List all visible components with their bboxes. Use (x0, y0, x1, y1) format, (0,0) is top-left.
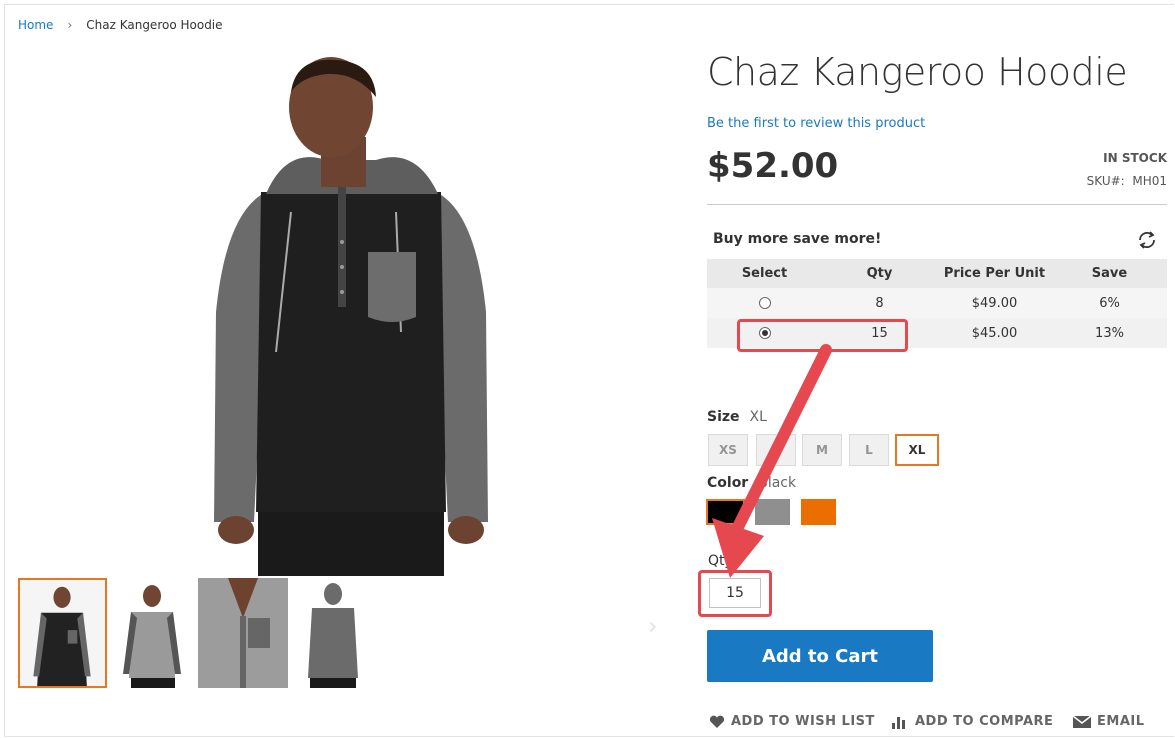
envelope-icon (1073, 715, 1091, 728)
tier-radio-1[interactable] (758, 297, 771, 309)
tier-pricing-title: Buy more save more! (713, 231, 882, 247)
divider (707, 204, 1167, 205)
email-label: EMAIL (1097, 714, 1145, 729)
add-to-compare-link[interactable]: ADD TO COMPARE (891, 714, 1053, 729)
wishlist-label: ADD TO WISH LIST (731, 714, 875, 729)
thumbnail-2[interactable] (111, 578, 193, 688)
product-price: $52.00 (707, 146, 839, 186)
tier-save: 6% (1052, 288, 1167, 318)
col-select: Select (707, 259, 822, 288)
compare-bars-icon (892, 716, 905, 729)
chevron-right-icon[interactable]: › (648, 612, 658, 640)
table-row[interactable]: 8 $49.00 6% (707, 288, 1167, 318)
annotation-arrow-icon (712, 344, 832, 578)
size-swatch-l[interactable]: L (849, 434, 889, 466)
breadcrumb-home-link[interactable]: Home (18, 18, 53, 32)
product-title: Chaz Kangeroo Hoodie (707, 50, 1128, 94)
main-product-image[interactable] (206, 52, 496, 576)
table-header-row: Select Qty Price Per Unit Save (707, 259, 1167, 288)
breadcrumb-separator-icon: › (67, 18, 73, 32)
breadcrumb: Home › Chaz Kangeroo Hoodie (18, 18, 223, 32)
compare-label: ADD TO COMPARE (915, 714, 1054, 729)
breadcrumb-current: Chaz Kangeroo Hoodie (86, 18, 223, 32)
add-to-cart-button[interactable]: Add to Cart (707, 630, 933, 682)
sku-label: SKU#: (1086, 174, 1125, 188)
tier-price: $49.00 (937, 288, 1052, 318)
thumbnail-4[interactable] (300, 578, 366, 688)
col-qty: Qty (822, 259, 937, 288)
heart-icon (709, 715, 725, 728)
thumbnail-1[interactable] (18, 578, 107, 688)
stock-status: IN STOCK (1103, 151, 1167, 165)
tier-qty: 8 (822, 288, 937, 318)
sku: SKU#: MH01 (1087, 174, 1167, 188)
add-to-wishlist-link[interactable]: ADD TO WISH LIST (709, 714, 875, 729)
review-link[interactable]: Be the first to review this product (707, 116, 925, 131)
email-link[interactable]: EMAIL (1073, 714, 1145, 729)
refresh-icon[interactable] (1136, 229, 1158, 251)
thumbnail-3[interactable] (198, 578, 288, 688)
col-price-per-unit: Price Per Unit (937, 259, 1052, 288)
tier-price: $45.00 (937, 318, 1052, 348)
col-save: Save (1052, 259, 1167, 288)
tier-save: 13% (1052, 318, 1167, 348)
sku-value: MH01 (1132, 174, 1167, 188)
size-swatch-xl[interactable]: XL (895, 434, 939, 466)
